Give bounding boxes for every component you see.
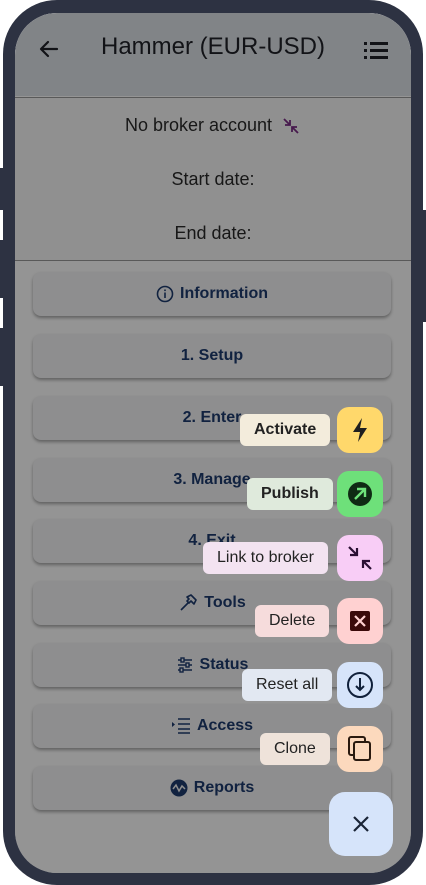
close-fab[interactable] xyxy=(329,792,393,856)
activate-label[interactable]: Activate xyxy=(240,414,331,446)
close-box-icon xyxy=(350,611,370,631)
reset-circle-icon xyxy=(347,672,373,698)
reset-all-button[interactable] xyxy=(337,662,383,708)
link-to-broker-label[interactable]: Link to broker xyxy=(203,542,328,574)
side-button xyxy=(416,210,426,322)
side-button xyxy=(0,328,10,386)
clone-label[interactable]: Clone xyxy=(260,733,330,765)
publish-button[interactable] xyxy=(337,471,383,517)
clone-button[interactable] xyxy=(337,726,383,772)
screen: Hammer (EUR-USD) No broker account Start… xyxy=(15,13,411,873)
close-icon xyxy=(353,816,369,832)
side-button xyxy=(0,240,10,298)
collapse-arrows-icon xyxy=(348,546,372,570)
reset-all-label[interactable]: Reset all xyxy=(242,669,333,701)
activate-button[interactable] xyxy=(337,407,383,453)
side-button xyxy=(0,168,10,210)
delete-label[interactable]: Delete xyxy=(255,605,330,637)
publish-label[interactable]: Publish xyxy=(247,478,333,510)
delete-button[interactable] xyxy=(337,598,383,644)
lightning-icon xyxy=(353,418,367,442)
link-to-broker-button[interactable] xyxy=(337,535,383,581)
copy-icon xyxy=(348,736,371,761)
arrow-up-right-circle-icon xyxy=(348,482,372,506)
